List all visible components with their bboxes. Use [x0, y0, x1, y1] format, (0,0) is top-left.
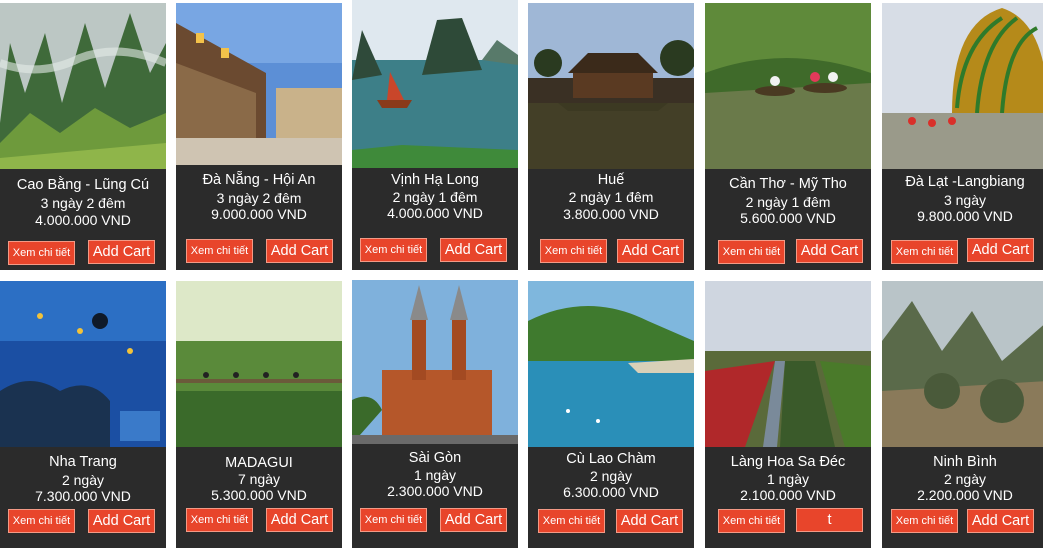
tour-price: 9.000.000 VND	[211, 206, 307, 222]
tour-name: Đà Nẵng - Hội An	[202, 172, 316, 188]
tour-name: Nha Trang	[49, 454, 117, 470]
tour-name: MADAGUI	[225, 455, 293, 471]
add-cart-button[interactable]: Add Cart	[967, 238, 1034, 262]
tour-card-da-lat: Đà Lạt -Langbiang 3 ngày 9.800.000 VND X…	[882, 3, 1043, 270]
tour-image-ha-long[interactable]	[352, 0, 518, 168]
tour-duration: 1 ngày	[413, 467, 457, 483]
add-cart-button[interactable]: Add Cart	[440, 508, 507, 532]
tour-name: Sài Gòn	[408, 450, 462, 466]
tour-price: 7.300.000 VND	[35, 488, 131, 504]
tour-duration: 1 ngày	[766, 471, 810, 487]
add-cart-button[interactable]: Add Cart	[796, 239, 863, 263]
tour-price: 5.600.000 VND	[740, 210, 836, 226]
view-details-button[interactable]: Xem chi tiết	[538, 509, 605, 533]
tour-card-da-nang: Đà Nẵng - Hội An 3 ngày 2 đêm 9.000.000 …	[176, 3, 342, 270]
tour-price: 2.100.000 VND	[740, 487, 836, 503]
tour-name: Vịnh Hạ Long	[391, 172, 479, 188]
tour-price: 5.300.000 VND	[211, 487, 307, 503]
tour-card-cao-bang: Cao Bằng - Lũng Cú 3 ngày 2 đêm 4.000.00…	[0, 3, 166, 270]
tour-price: 4.000.000 VND	[35, 212, 131, 228]
view-details-button[interactable]: Xem chi tiết	[891, 240, 958, 264]
view-details-button[interactable]: Xem chi tiết	[186, 508, 253, 532]
tour-price: 3.800.000 VND	[563, 206, 659, 222]
add-cart-button[interactable]: Add Cart	[266, 239, 333, 263]
tour-image-ninh-binh[interactable]	[882, 281, 1043, 447]
view-details-button[interactable]: Xem chi tiết	[718, 509, 785, 533]
tour-name: Làng Hoa Sa Đéc	[730, 454, 846, 470]
tour-duration: 2 ngày 1 đêm	[568, 189, 654, 205]
tour-image-da-nang[interactable]	[176, 3, 342, 165]
tour-card-madagui: MADAGUI 7 ngày 5.300.000 VND Xem chi tiế…	[176, 281, 342, 548]
tour-image-sa-dec[interactable]	[705, 281, 871, 447]
add-cart-button[interactable]: Add Cart	[88, 509, 155, 533]
view-details-button[interactable]: Xem chi tiết	[360, 238, 427, 262]
tour-image-can-tho[interactable]	[705, 3, 871, 169]
tour-card-cu-lao-cham: Cù Lao Chàm 2 ngày 6.300.000 VND Xem chi…	[528, 281, 694, 548]
add-cart-button[interactable]: Add Cart	[440, 238, 507, 262]
tour-price: 9.800.000 VND	[917, 208, 1013, 224]
add-cart-button[interactable]: Add Cart	[617, 239, 684, 263]
tour-price: 6.300.000 VND	[563, 484, 659, 500]
view-details-button[interactable]: Xem chi tiết	[8, 241, 75, 265]
tour-price: 4.000.000 VND	[387, 205, 483, 221]
add-cart-button[interactable]: Add Cart	[88, 240, 155, 264]
tour-card-nha-trang: Nha Trang 2 ngày 7.300.000 VND Xem chi t…	[0, 281, 166, 548]
tour-price: 2.200.000 VND	[917, 487, 1013, 503]
tour-duration: 3 ngày 2 đêm	[40, 195, 126, 211]
tour-card-sai-gon: Sài Gòn 1 ngày 2.300.000 VND Xem chi tiế…	[352, 280, 518, 548]
tour-image-nha-trang[interactable]	[0, 281, 166, 447]
tour-name: Huế	[597, 172, 625, 188]
view-details-button[interactable]: Xem chi tiết	[186, 239, 253, 263]
tour-duration: 2 ngày 1 đêm	[392, 189, 478, 205]
tour-name: Ninh Bình	[933, 454, 997, 470]
tour-duration: 2 ngày	[943, 471, 987, 487]
tour-card-sa-dec: Làng Hoa Sa Đéc 1 ngày 2.100.000 VND Xem…	[705, 281, 871, 548]
tour-image-sai-gon[interactable]	[352, 280, 518, 444]
tour-name: Đà Lạt -Langbiang	[905, 174, 1025, 190]
tour-name: Cù Lao Chàm	[566, 451, 656, 467]
tour-duration: 2 ngày	[61, 472, 105, 488]
tour-duration: 3 ngày	[943, 192, 987, 208]
tour-price: 2.300.000 VND	[387, 483, 483, 499]
add-cart-button[interactable]: Add Cart	[967, 509, 1034, 533]
tour-card-hue: Huế 2 ngày 1 đêm 3.800.000 VND Xem chi t…	[528, 3, 694, 270]
tour-duration: 7 ngày	[237, 471, 281, 487]
view-details-button[interactable]: Xem chi tiết	[891, 509, 958, 533]
tour-name: Cần Thơ - Mỹ Tho	[729, 176, 847, 192]
tour-card-ninh-binh: Ninh Bình 2 ngày 2.200.000 VND Xem chi t…	[882, 281, 1043, 548]
tour-duration: 2 ngày	[589, 468, 633, 484]
tour-image-cu-lao-cham[interactable]	[528, 281, 694, 447]
tour-duration: 3 ngày 2 đêm	[216, 190, 302, 206]
tour-duration: 2 ngày 1 đêm	[745, 194, 831, 210]
tour-name: Cao Bằng - Lũng Cú	[16, 177, 150, 193]
add-cart-button[interactable]: Add Cart	[616, 509, 683, 533]
tour-image-cao-bang[interactable]	[0, 3, 166, 169]
view-details-button[interactable]: Xem chi tiết	[360, 508, 427, 532]
add-cart-button[interactable]: Add Cart	[266, 508, 333, 532]
add-cart-button[interactable]: t	[796, 508, 863, 532]
tour-image-da-lat[interactable]	[882, 3, 1043, 169]
tour-card-ha-long: Vịnh Hạ Long 2 ngày 1 đêm 4.000.000 VND …	[352, 0, 518, 270]
view-details-button[interactable]: Xem chi tiết	[540, 239, 607, 263]
tour-image-hue[interactable]	[528, 3, 694, 169]
tour-card-can-tho: Cần Thơ - Mỹ Tho 2 ngày 1 đêm 5.600.000 …	[705, 3, 871, 270]
view-details-button[interactable]: Xem chi tiết	[8, 509, 75, 533]
tour-image-madagui[interactable]	[176, 281, 342, 447]
view-details-button[interactable]: Xem chi tiết	[718, 240, 785, 264]
